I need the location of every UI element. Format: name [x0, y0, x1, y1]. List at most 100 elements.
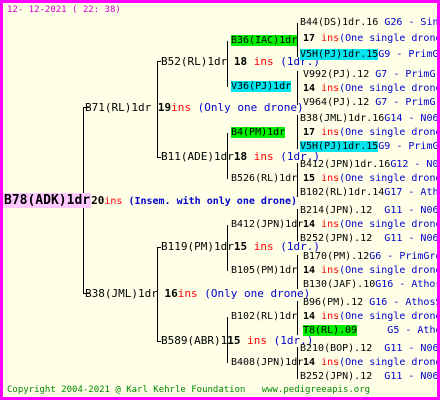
header-date: 12- 12-2021 ( 22: 38) — [7, 5, 121, 15]
gen4-ins-count: 14 — [303, 357, 316, 368]
gen4-row: B96(PM).12 G16 - AthosSt80R — [303, 297, 437, 309]
gen2-name: B119(PM)1dr — [161, 240, 234, 253]
gen4-note: (One single drone) — [339, 33, 440, 44]
gen4-code: G14 - N06294R — [384, 113, 439, 124]
gen4-code: G7 - PrimGreen00 — [375, 97, 437, 108]
gen2-node: B589(ABR)115 ins (1dr.) — [161, 335, 313, 347]
gen3-name: B102(RL)1dr — [231, 311, 298, 322]
gen4-name: B252(JPN).12 — [300, 233, 373, 244]
gen4-ins-word: ins — [321, 357, 340, 368]
gen3-name: V36(PJ)1dr — [231, 81, 292, 92]
gen4-note: (One single drone) — [339, 173, 440, 184]
footer-copyright: Copyright 2004-2021 @ Karl Kehrle Founda… — [7, 385, 246, 395]
gen4-row: 14 ins(One single drone) — [303, 83, 440, 95]
gen2-node: B52(RL)1dr 18 ins (1dr.) — [161, 56, 320, 68]
gen3-name: B4(PM)1dr — [231, 127, 286, 138]
gen2-ins-word: ins — [253, 55, 274, 68]
gen2-name: B52(RL)1dr — [161, 55, 228, 68]
gen3-node: B4(PM)1dr — [231, 127, 286, 139]
gen4-row: B210(BOP).12 G11 - N06294R — [300, 343, 439, 355]
tree-line — [297, 71, 298, 105]
gen4-row: 14 ins(One single drone) — [303, 357, 440, 369]
gen4-code: G11 - N06294R — [384, 343, 439, 354]
gen4-name: B214(JPN).12 — [300, 205, 373, 216]
gen4-code: G16 - Athos St80R — [375, 279, 440, 290]
gen4-code: G11 - N06294R — [384, 233, 439, 244]
gen4-row: 15 ins(One single drone) — [303, 173, 440, 185]
gen4-code: G12 - N06294R — [390, 159, 439, 170]
gen4-ins-count: 17 — [303, 127, 316, 138]
gen4-row: T8(RL).09 G5 - Athos00R — [303, 325, 440, 337]
gen3-name: B105(PM)1dr — [231, 265, 298, 276]
gen2-ins-word: ins — [253, 240, 274, 253]
gen4-ins-count: 17 — [303, 33, 316, 44]
root-ins-count: 20 — [91, 194, 105, 207]
gen4-note: (One single drone) — [339, 311, 440, 322]
gen4-name: B412(JPN)1dr.16 — [300, 159, 391, 170]
gen4-name: B210(BOP).12 — [300, 343, 373, 354]
gen2-name: B11(ADE)1dr — [161, 150, 234, 163]
gen4-row: 17 ins(One single drone) — [303, 33, 440, 45]
gen2-ins-count: 15 — [227, 334, 241, 347]
gen3-node: B408(JPN)1dr — [231, 357, 303, 369]
gen4-note: (One single drone) — [339, 265, 440, 276]
gen4-row: B130(JAF).10G16 - Athos St80R — [303, 279, 440, 291]
gen2-ins-count: 18 — [233, 150, 248, 163]
pedigree-frame: 12- 12-2021 ( 22: 38) B78(ADK)1dr20ins (… — [0, 0, 440, 400]
gen3-node: B36(IAC)1dr — [231, 35, 298, 47]
gen3-node: B102(RL)1dr — [231, 311, 297, 323]
gen4-name: B44(DS)1dr.16 — [300, 17, 379, 28]
gen3-name: B412(JPN)1dr — [231, 219, 304, 230]
root-note: (Insem. with only one drone) — [128, 196, 298, 207]
gen4-ins-word: ins — [321, 265, 340, 276]
gen4-code: G9 - PrimGreen00 — [378, 141, 439, 152]
gen4-name: B102(RL)1dr.14 — [300, 187, 385, 198]
gen4-row: V5H(PJ)1dr.15G9 - PrimGreen00 — [300, 141, 439, 153]
gen4-code: G5 - Athos00R — [387, 325, 440, 336]
gen4-row: V992(PJ).12 G7 - PrimGreen00 — [303, 69, 437, 81]
gen4-row: B44(DS)1dr.16 G26 - SinopG27 — [300, 17, 439, 29]
gen4-row: B252(JPN).12 G11 - N06294R — [300, 371, 439, 383]
gen4-ins-count: 14 — [303, 83, 316, 94]
gen2-name: B589(ABR)1 — [161, 334, 228, 347]
gen4-name: B170(PM).12 — [303, 251, 370, 262]
gen3-node: B412(JPN)1dr — [231, 219, 303, 231]
gen1-node: B71(RL)1dr 19ins (Only one drone) — [85, 102, 304, 114]
gen4-row: 14 ins(One single drone) — [303, 311, 440, 323]
gen4-ins-word: ins — [321, 83, 340, 94]
gen2-ins-word: ins — [247, 334, 267, 347]
gen4-code: G17 - AthosSt80R — [384, 187, 439, 198]
gen1-node: B38(JML)1dr 16ins (Only one drone) — [85, 288, 310, 300]
gen3-node: B526(RL)1dr — [231, 173, 297, 185]
gen4-ins-count: 15 — [303, 173, 316, 184]
gen4-code: G7 - PrimGreen00 — [375, 69, 437, 80]
gen4-ins-word: ins — [321, 127, 340, 138]
gen4-code: G26 - SinopG27 — [384, 17, 439, 28]
gen4-row: B252(JPN).12 G11 - N06294R — [300, 233, 439, 245]
gen4-row: B170(PM).12G6 - PrimGreen00 — [303, 251, 437, 263]
gen1-ins-word: ins — [177, 287, 198, 300]
gen4-code: G6 - PrimGreen00 — [369, 251, 437, 262]
gen4-ins-count: 14 — [303, 311, 316, 322]
gen1-note: (Only one drone) — [197, 101, 304, 114]
gen2-ins-count: 15 — [233, 240, 248, 253]
gen4-note: (One single drone) — [339, 357, 440, 368]
gen4-name: V964(PJ).12 — [303, 97, 370, 108]
gen4-row: V5H(PJ)1dr.15G9 - PrimGreen00 — [300, 49, 437, 61]
gen4-name: V5H(PJ)1dr.15 — [300, 141, 379, 152]
gen3-name: B36(IAC)1dr — [231, 35, 298, 46]
gen4-code: G11 - N06294R — [384, 205, 439, 216]
gen1-note: (Only one drone) — [204, 287, 311, 300]
gen4-ins-word: ins — [321, 219, 340, 230]
gen4-ins-word: ins — [321, 311, 340, 322]
gen4-ins-count: 14 — [303, 265, 316, 276]
gen4-name: B130(JAF).10 — [303, 279, 376, 290]
gen4-row: B412(JPN)1dr.16G12 - N06294R — [300, 159, 439, 171]
gen4-row: B38(JML)1dr.16G14 - N06294R — [300, 113, 439, 125]
gen4-note: (One single drone) — [339, 83, 440, 94]
footer-site[interactable]: www.pedigreeapis.org — [262, 385, 370, 395]
gen3-name: B408(JPN)1dr — [231, 357, 304, 368]
gen2-node: B11(ADE)1dr18 ins (1dr.) — [161, 151, 320, 163]
gen4-row: B214(JPN).12 G11 - N06294R — [300, 205, 439, 217]
gen4-code: G11 - N06294R — [384, 371, 439, 382]
